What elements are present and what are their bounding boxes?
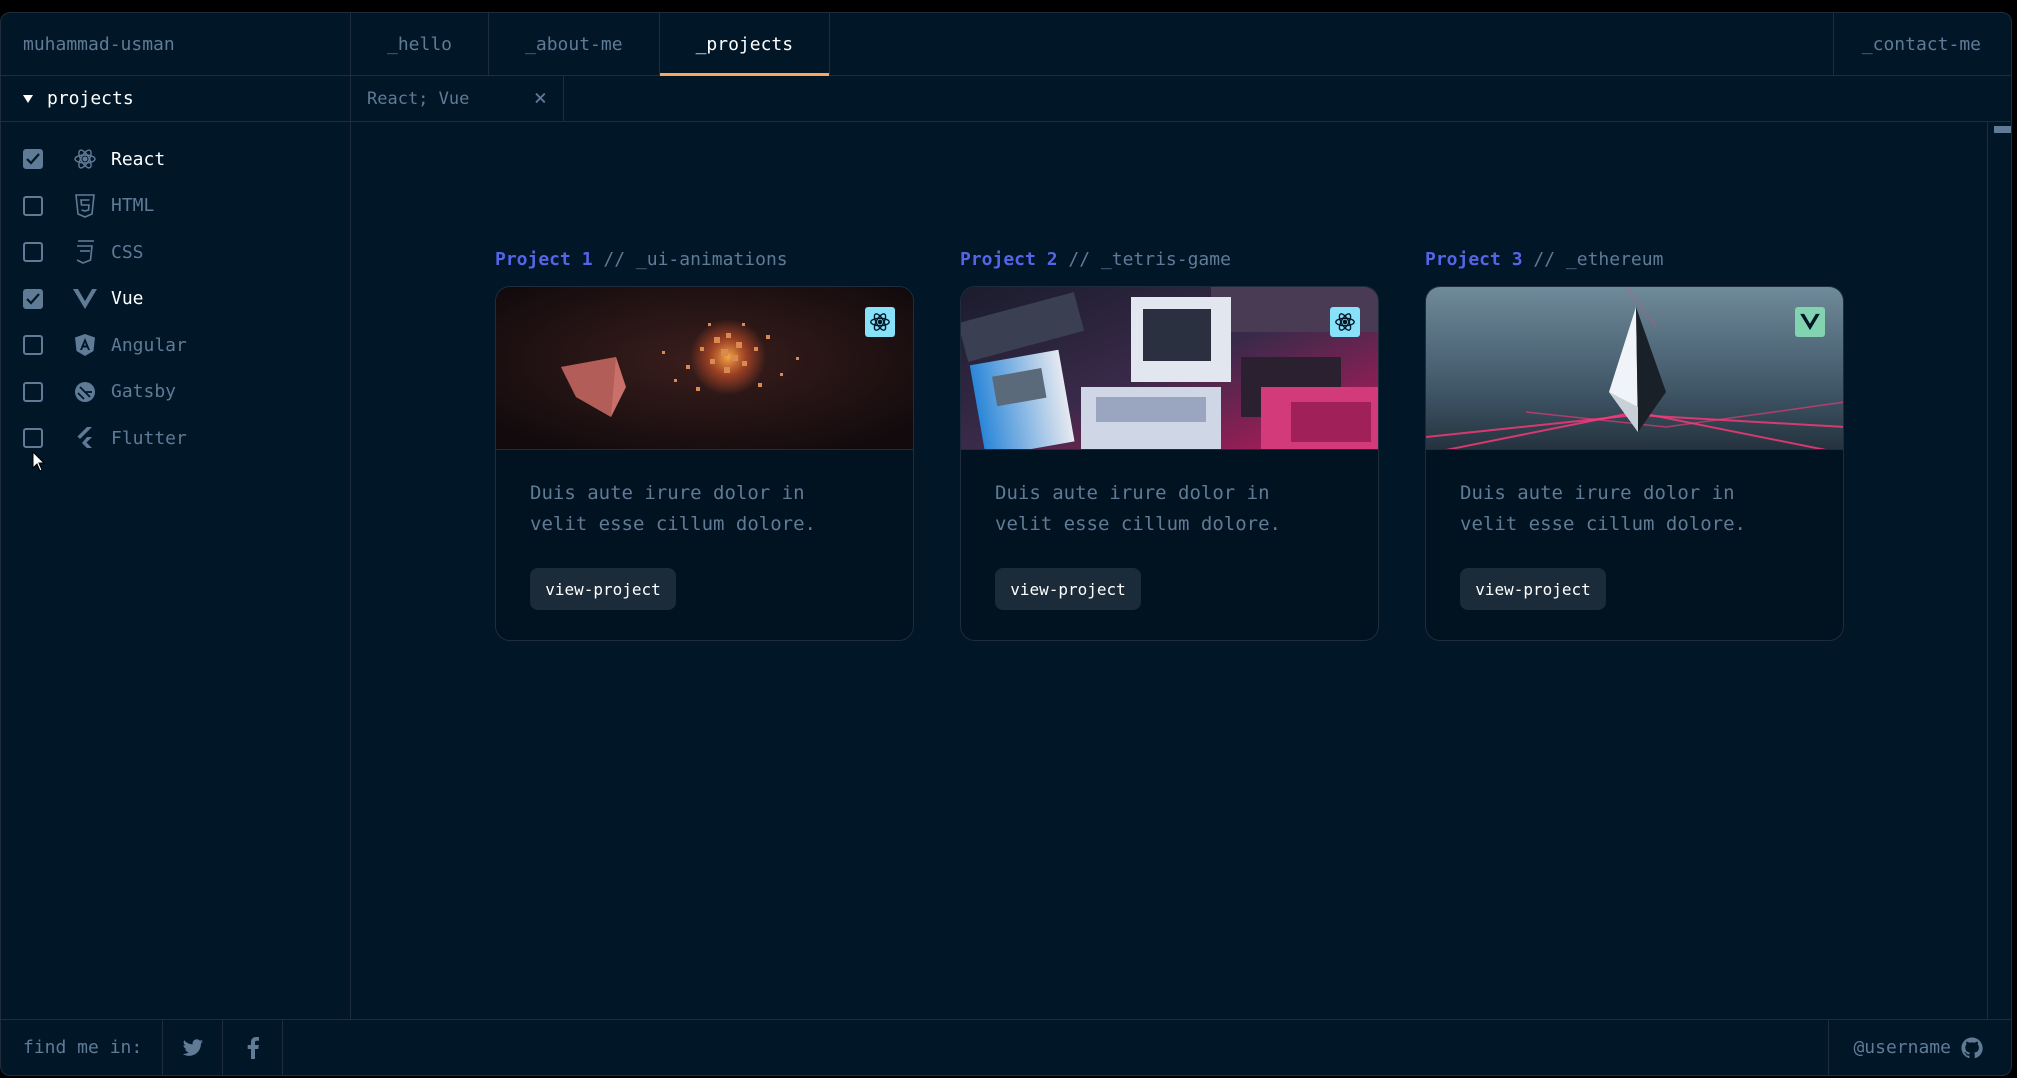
filter-item-css[interactable]: CSS [1,229,350,276]
project-card-1: Project 1 // _ui-animations Duis aute ir… [495,249,914,641]
vue-badge-icon [1795,307,1825,337]
filter-label: CSS [111,241,144,263]
caret-down-icon [23,94,33,103]
filter-label: HTML [111,195,155,217]
checkbox-gatsby[interactable] [23,381,43,402]
gatsby-icon [73,380,97,404]
project-title: Project 1 // _ui-animations [495,249,914,270]
facebook-icon [247,1036,259,1059]
filter-label: Vue [111,288,144,310]
footer: find me in: @username [1,1019,2011,1075]
project-slug: // _ethereum [1533,249,1664,270]
sidebar: projects React HTML CSS Vue Angular Gats… [1,76,351,1020]
github-username: @username [1853,1037,1951,1058]
mouse-cursor-icon [32,451,46,472]
html-icon [73,193,97,218]
project-card: Duis aute irure dolor in velit esse cill… [960,286,1379,641]
nav-tab-projects[interactable]: _projects [659,13,831,76]
nav-tab-hello[interactable]: _hello [351,13,490,75]
filter-item-flutter[interactable]: Flutter [1,415,350,462]
editor-tab-label: React; Vue [367,88,470,109]
checkbox-angular[interactable] [23,335,43,356]
filter-item-vue[interactable]: Vue [1,276,350,323]
project-card-3: Project 3 // _ethereum Duis aute irure d… [1425,249,1844,641]
card-body: Duis aute irure dolor in velit esse cill… [496,450,913,638]
scrollbar-thumb[interactable] [1994,126,2011,133]
app-window: muhammad-usman _hello _about-me _project… [0,12,2012,1076]
view-project-button[interactable]: view-project [530,568,676,610]
react-icon [73,147,97,171]
project-slug: // _tetris-game [1068,249,1231,270]
project-thumbnail [1426,287,1843,450]
checkbox-html[interactable] [23,195,43,216]
main-content: React; Vue × Project 1 // _ui-animations [351,76,2011,1020]
nav-tab-contact-me[interactable]: _contact-me [1832,13,2011,75]
card-body: Duis aute irure dolor in velit esse cill… [1426,450,1843,638]
find-me-label: find me in: [1,1020,164,1075]
checkbox-react[interactable] [23,149,43,170]
project-number: Project 3 [1425,249,1523,270]
vue-icon [73,287,97,311]
filter-label: Flutter [111,427,187,449]
react-badge-icon [865,307,895,337]
project-thumbnail [496,287,913,450]
project-description: Duis aute irure dolor in velit esse cill… [530,482,816,535]
section-title: projects [47,88,134,109]
project-card-2: Project 2 // _tetris-game Duis aute irur… [960,249,1379,641]
checkbox-css[interactable] [23,242,43,263]
card-body: Duis aute irure dolor in velit esse cill… [961,450,1378,638]
site-logo[interactable]: muhammad-usman [1,13,351,75]
twitter-icon [182,1038,203,1056]
filter-label: Gatsby [111,381,177,403]
nav-tab-about-me[interactable]: _about-me [489,13,660,75]
view-project-button[interactable]: view-project [1460,568,1606,610]
twitter-link[interactable] [163,1020,224,1075]
project-description: Duis aute irure dolor in velit esse cill… [995,482,1281,535]
tetris-game-image [961,287,1378,449]
project-card: Duis aute irure dolor in velit esse cill… [1425,286,1844,641]
top-nav: muhammad-usman _hello _about-me _project… [1,13,2011,76]
project-title: Project 2 // _tetris-game [960,249,1379,270]
project-number: Project 1 [495,249,593,270]
react-badge-icon [1330,307,1360,337]
ui-animations-image [496,287,913,449]
css-icon [73,240,97,265]
filter-item-react[interactable]: React [1,136,350,183]
editor-tab-filter[interactable]: React; Vue × [351,76,564,121]
project-slug: // _ui-animations [603,249,788,270]
flutter-icon [73,426,97,450]
project-thumbnail [961,287,1378,450]
project-title: Project 3 // _ethereum [1425,249,1844,270]
checkbox-vue[interactable] [23,288,43,309]
project-card: Duis aute irure dolor in velit esse cill… [495,286,914,641]
editor-tab-bar: React; Vue × [351,76,2011,122]
angular-icon [73,333,97,357]
close-icon[interactable]: × [534,87,547,110]
filter-item-angular[interactable]: Angular [1,322,350,369]
view-project-button[interactable]: view-project [995,568,1141,610]
tech-filter-list: React HTML CSS Vue Angular Gatsby Flutte… [1,122,350,462]
filter-label: Angular [111,334,187,356]
filter-item-html[interactable]: HTML [1,183,350,230]
project-description: Duis aute irure dolor in velit esse cill… [1460,482,1746,535]
facebook-link[interactable] [223,1020,284,1075]
checkbox-flutter[interactable] [23,428,43,449]
ethereum-image [1426,287,1843,449]
vertical-scrollbar[interactable] [1987,122,2011,1020]
filter-label: React [111,148,166,170]
filter-item-gatsby[interactable]: Gatsby [1,369,350,416]
projects-grid: Project 1 // _ui-animations Duis aute ir… [495,249,1844,641]
github-link[interactable]: @username [1828,1020,2011,1075]
project-number: Project 2 [960,249,1058,270]
github-icon [1961,1036,1983,1058]
projects-section-header[interactable]: projects [1,76,350,122]
